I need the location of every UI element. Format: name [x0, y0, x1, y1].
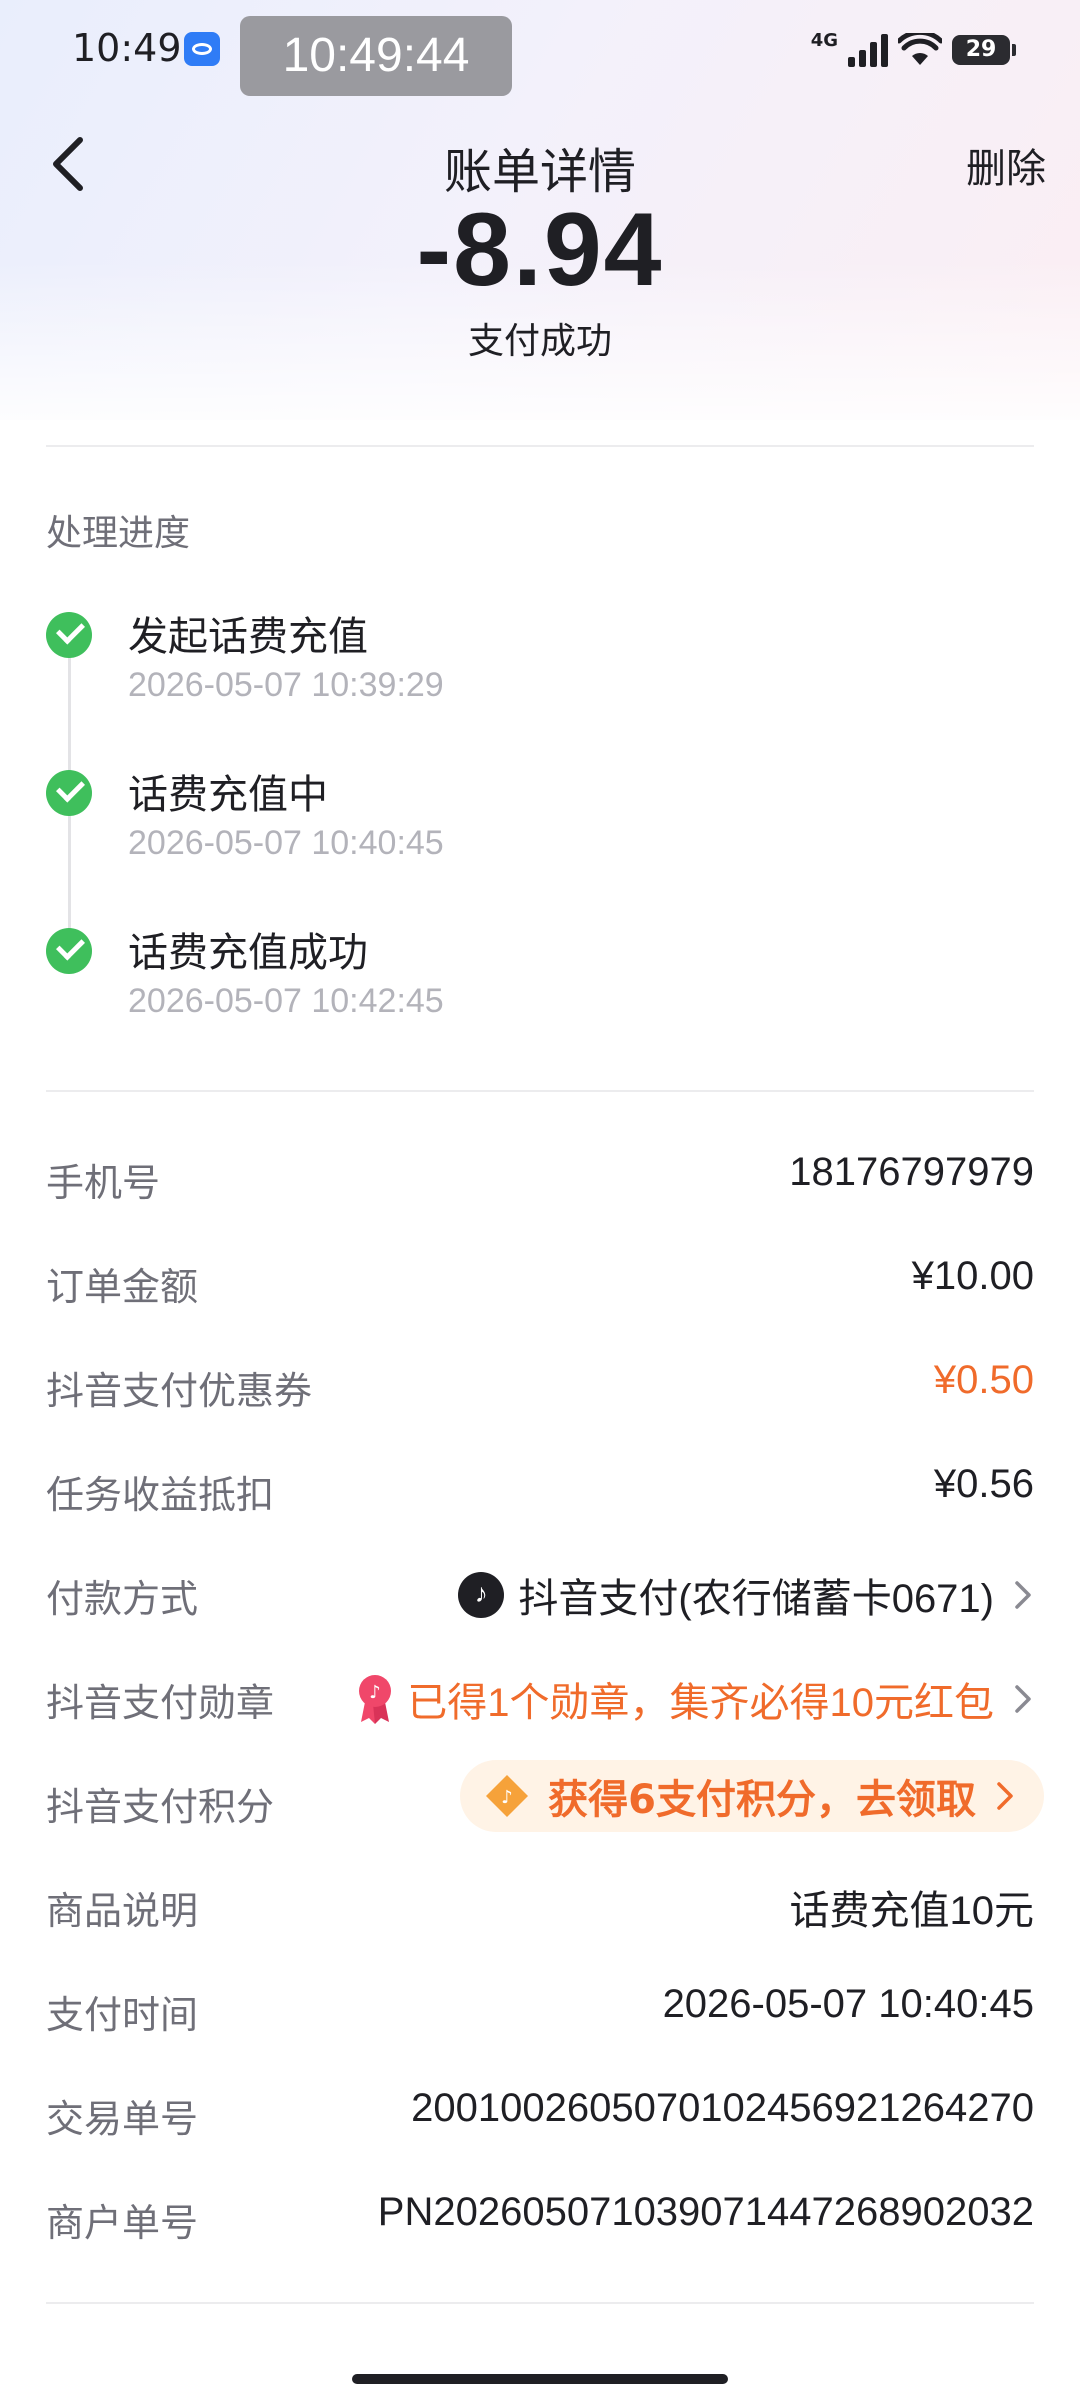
- delete-button[interactable]: 删除: [966, 136, 1046, 194]
- row-label: 手机号: [46, 1161, 161, 1205]
- wifi-icon: [898, 33, 942, 65]
- step-time: 2026-05-07 10:39:29: [128, 666, 444, 704]
- coupon-amount: ¥0.50: [933, 1358, 1034, 1402]
- divider: [46, 445, 1034, 447]
- detail-row-badge[interactable]: 抖音支付勋章 ♪ 已得1个勋章，集齐必得10元红包: [46, 1664, 1034, 1734]
- divider: [46, 2302, 1034, 2304]
- phone-number: 18176797979: [789, 1150, 1034, 1194]
- task-deduct-amount: ¥0.56: [933, 1462, 1034, 1506]
- chevron-right-icon: [1015, 1581, 1031, 1609]
- step-title: 话费充值成功: [128, 930, 368, 976]
- detail-row-trade-no: 交易单号 2001002605070102456921264270: [46, 2080, 1034, 2150]
- progress-step: 话费充值成功 2026-05-07 10:42:45: [46, 920, 946, 1040]
- progress-step: 话费充值中 2026-05-07 10:40:45: [46, 762, 946, 882]
- pay-time: 2026-05-07 10:40:45: [662, 1982, 1034, 2026]
- chevron-right-icon: [1015, 1685, 1031, 1713]
- bill-amount: -8.94: [416, 192, 664, 308]
- row-label: 商品说明: [46, 1889, 199, 1933]
- row-value[interactable]: PN2026050710390714472689020​32: [378, 2190, 1034, 2235]
- order-amount: ¥10.00: [911, 1254, 1034, 1298]
- app-notification-icon: [184, 32, 220, 66]
- douyin-pay-icon: ♪: [458, 1572, 505, 1618]
- check-circle-icon: [46, 612, 92, 658]
- step-title: 发起话费充值: [128, 614, 368, 660]
- detail-row-order-amount: 订单金额 ¥10.00: [46, 1248, 1034, 1318]
- row-value: ¥10.00: [912, 1254, 1034, 1299]
- detail-row-pay-time: 支付时间 2026-05-07 10:40:45: [46, 1976, 1034, 2046]
- svg-text:♪: ♪: [370, 1682, 382, 1703]
- points-value: 获得6支付积分，去领取: [548, 1777, 976, 1823]
- claim-points-button[interactable]: ♪ 获得6支付积分，去领取: [460, 1760, 1044, 1832]
- merchant-number[interactable]: PN2026050710390714472689020​32: [378, 2190, 1034, 2235]
- badge-value: 已得1个勋章，集齐必得10元红包: [407, 1681, 994, 1725]
- row-label: 抖音支付优惠券: [46, 1369, 313, 1413]
- status-time: 10:49: [72, 26, 182, 70]
- network-type: 4G: [810, 29, 838, 51]
- detail-row-task-deduct: 任务收益抵扣 ¥0.56: [46, 1456, 1034, 1526]
- battery-icon: 29: [952, 35, 1016, 65]
- status-bar: 10:49 10:49:44 4G 29: [0, 0, 1080, 110]
- home-indicator[interactable]: [352, 2374, 728, 2384]
- row-value: 话费充值10元: [790, 1878, 1035, 1936]
- detail-row-merchant-no: 商户单号 PN2026050710390714472689020​32: [46, 2184, 1034, 2254]
- row-label: 支付时间: [46, 1993, 199, 2037]
- progress-step: 发起话费充值 2026-05-07 10:39:29: [46, 604, 946, 724]
- row-label: 商户单号: [46, 2201, 199, 2245]
- product-desc: 话费充值10元: [789, 1889, 1035, 1933]
- chevron-right-icon: [997, 1782, 1013, 1810]
- medal-icon: ♪: [359, 1675, 392, 1724]
- row-label: 订单金额: [46, 1265, 199, 1309]
- check-circle-icon: [46, 770, 92, 816]
- row-value: 2026-05-07 10:40:45: [663, 1982, 1034, 2027]
- detail-row-phone: 手机号 18176797979: [46, 1144, 1034, 1214]
- step-title: 话费充值中: [128, 772, 328, 818]
- row-label: 抖音支付积分: [46, 1785, 275, 1829]
- detail-row-payment-method[interactable]: 付款方式 ♪ 抖音支付(农行储蓄卡0671): [46, 1560, 1034, 1630]
- trade-number[interactable]: 2001002605070102456921264270: [411, 2086, 1034, 2131]
- step-time: 2026-05-07 10:40:45: [128, 824, 444, 862]
- payment-method-value: 抖音支付(农行储蓄卡0671): [518, 1577, 994, 1621]
- screen-time-overlay: 10:49:44: [240, 16, 512, 96]
- row-value[interactable]: 2001002605070102456921264270: [411, 2086, 1034, 2131]
- row-value[interactable]: ♪ 已得1个勋章，集齐必得10元红包: [355, 1670, 1034, 1728]
- divider: [46, 1090, 1034, 1092]
- row-label: 付款方式: [46, 1577, 199, 1621]
- payment-status: 支付成功: [467, 321, 612, 362]
- row-value: ¥0.56: [934, 1462, 1034, 1507]
- svg-text:♪: ♪: [501, 1787, 513, 1808]
- row-value[interactable]: ♪ 抖音支付(农行储蓄卡0671): [458, 1566, 1034, 1624]
- detail-row-coupon: 抖音支付优惠券 ¥0.50: [46, 1352, 1034, 1422]
- diamond-points-icon: ♪: [486, 1775, 529, 1817]
- progress-section-title: 处理进度: [46, 513, 191, 554]
- row-label: 交易单号: [46, 2097, 199, 2141]
- row-label: 抖音支付勋章: [46, 1681, 275, 1725]
- detail-row-points[interactable]: 抖音支付积分 ♪ 获得6支付积分，去领取: [46, 1760, 1044, 1838]
- row-value: ¥0.50: [934, 1358, 1034, 1403]
- status-indicators: 4G 29: [810, 28, 1016, 72]
- step-time: 2026-05-07 10:42:45: [128, 982, 444, 1020]
- detail-row-product: 商品说明 话费充值10元: [46, 1872, 1034, 1942]
- row-label: 任务收益抵扣: [46, 1473, 275, 1517]
- row-value: 18176797979: [789, 1150, 1034, 1195]
- signal-icon: [848, 33, 888, 67]
- check-circle-icon: [46, 928, 92, 974]
